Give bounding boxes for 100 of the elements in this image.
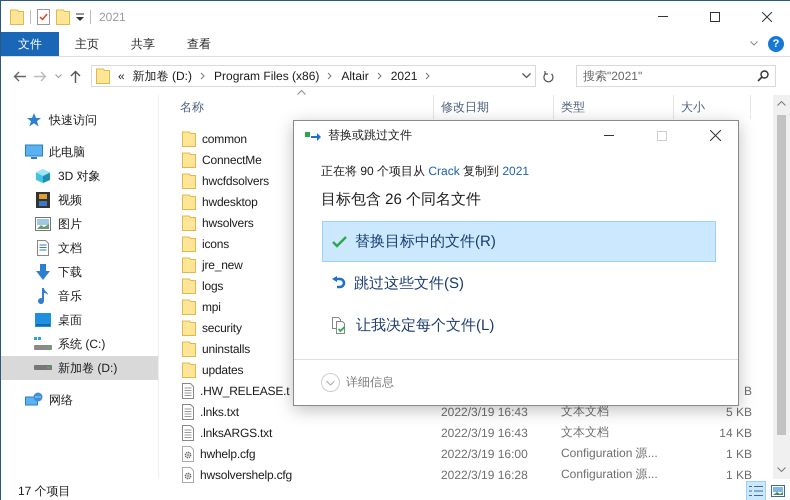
help-button[interactable]: ? [768, 36, 784, 52]
sidebar-item[interactable]: 音乐 [1, 284, 158, 308]
option-button[interactable]: 让我决定每个文件(L) [322, 305, 716, 346]
history-dropdown-icon[interactable] [522, 73, 531, 79]
close-icon [762, 12, 772, 22]
sidebar-item[interactable]: 网络 [1, 388, 158, 412]
column-header[interactable]: 大小 [674, 95, 751, 119]
chevron-icon [327, 72, 334, 80]
sidebar-item[interactable]: 桌面 [1, 308, 158, 332]
copy-message: 正在将 90 个项目从 Crack 复制到 2021 [320, 163, 530, 180]
expand-icon[interactable] [321, 373, 340, 392]
file-name[interactable]: common [202, 132, 247, 146]
monitor-icon [25, 144, 43, 160]
folder-icon [182, 362, 196, 378]
folder-icon [182, 320, 196, 336]
folder-icon [182, 256, 196, 272]
sidebar-item[interactable]: 新加卷 (D:) [1, 356, 158, 380]
file-type: Configuration 源... [561, 467, 658, 481]
star-icon [26, 112, 42, 128]
sidebar-item[interactable]: 3D 对象 [1, 164, 158, 188]
breadcrumb-overflow[interactable]: « [118, 69, 125, 83]
sidebar-item[interactable]: 图片 [1, 212, 158, 236]
cube-icon [35, 168, 51, 184]
down-arrow-icon [35, 264, 51, 280]
ribbon-tab[interactable]: 共享 [115, 32, 171, 56]
scroll-up-icon[interactable] [777, 101, 786, 106]
document-icon [37, 240, 49, 256]
file-name[interactable]: hwhelp.cfg [200, 446, 256, 460]
scroll-down-icon[interactable] [777, 467, 786, 472]
network-icon [25, 392, 43, 408]
settings-file-icon [182, 446, 194, 462]
sidebar-item[interactable]: 快速访问 [1, 108, 158, 132]
ribbon-tab[interactable]: 查看 [171, 32, 227, 56]
breadcrumb[interactable]: 2021 [390, 69, 418, 83]
folder-icon [182, 194, 196, 210]
file-name[interactable]: ConnectMe [202, 152, 262, 166]
file-name[interactable]: updates [202, 362, 244, 376]
expand-ribbon-icon[interactable] [750, 41, 758, 46]
undo-arrow-icon [332, 276, 346, 291]
breadcrumb[interactable]: Program Files (x86) [214, 69, 320, 83]
sidebar-item[interactable]: 系统 (C:) [1, 332, 158, 356]
sidebar-item[interactable]: 视频 [1, 188, 158, 212]
folder-icon [182, 130, 196, 146]
search-field[interactable]: 搜索"2021" [576, 65, 776, 87]
window-title: 2021 [99, 10, 126, 24]
details-toggle[interactable]: 详细信息 [346, 374, 394, 391]
properties-icon[interactable] [37, 8, 50, 24]
sidebar-item[interactable]: 下载 [1, 260, 158, 284]
column-header[interactable]: 类型 [554, 95, 674, 119]
search-icon [757, 70, 769, 82]
file-type: 文本文档 [561, 404, 609, 418]
file-name[interactable]: .HW_RELEASE.t [200, 384, 290, 398]
text-file-icon [182, 382, 194, 398]
drive-icon [34, 337, 52, 351]
dropdown-icon[interactable] [76, 12, 84, 20]
file-name[interactable]: .lnks.txt [200, 404, 239, 418]
address-bar[interactable]: « 新加卷 (D:) Program Files (x86) Altair 2021 [91, 65, 536, 87]
up-button[interactable] [70, 70, 81, 82]
file-name[interactable]: hwsolvers [202, 216, 254, 230]
breadcrumb[interactable]: 新加卷 (D:) [132, 68, 192, 84]
sidebar-item[interactable]: 此电脑 [1, 140, 158, 164]
breadcrumb[interactable]: Altair [341, 69, 369, 83]
file-name[interactable]: hwcfdsolvers [202, 174, 269, 188]
option-button[interactable]: 替换目标中的文件(R) [322, 221, 716, 262]
file-name[interactable]: hwsolvershelp.cfg [200, 468, 292, 482]
details-view-button[interactable] [746, 481, 766, 500]
file-name[interactable]: jre_new [202, 258, 243, 272]
chevron-icon [425, 72, 432, 80]
file-size: 14 KB [719, 426, 752, 440]
column-header[interactable]: 名称 [159, 95, 434, 119]
scrollbar[interactable] [773, 95, 790, 479]
ribbon-tab[interactable]: 主页 [59, 32, 115, 56]
file-name[interactable]: icons [202, 236, 230, 250]
checkmark-icon [332, 236, 347, 248]
file-size: 5 KB [726, 404, 752, 418]
desktop-icon [35, 313, 51, 327]
music-note-icon [37, 288, 49, 304]
text-file-icon [182, 424, 194, 440]
recent-button[interactable] [55, 74, 62, 78]
folder-icon [10, 8, 24, 24]
file-name[interactable]: hwdesktop [202, 194, 258, 208]
scroll-thumb[interactable] [777, 115, 786, 435]
folder-icon [182, 172, 196, 188]
minimize-icon [658, 16, 668, 17]
back-button[interactable] [13, 70, 26, 82]
file-name[interactable]: .lnksARGS.txt [200, 426, 272, 440]
text-file-icon [182, 404, 194, 420]
column-header[interactable]: 修改日期 [434, 95, 554, 119]
refresh-icon [542, 70, 554, 82]
copy-arrow-icon [305, 130, 321, 140]
file-name[interactable]: logs [202, 278, 224, 292]
option-button[interactable]: 跳过这些文件(S) [322, 263, 716, 304]
folder-icon [182, 152, 196, 168]
folder-link[interactable]: 2021 [502, 164, 530, 178]
file-name[interactable]: uninstalls [202, 342, 250, 356]
file-name[interactable]: mpi [202, 300, 221, 314]
file-name[interactable]: security [202, 320, 242, 334]
folder-icon [182, 278, 196, 294]
folder-link[interactable]: Crack [428, 164, 460, 178]
sidebar-item[interactable]: 文档 [1, 236, 158, 260]
